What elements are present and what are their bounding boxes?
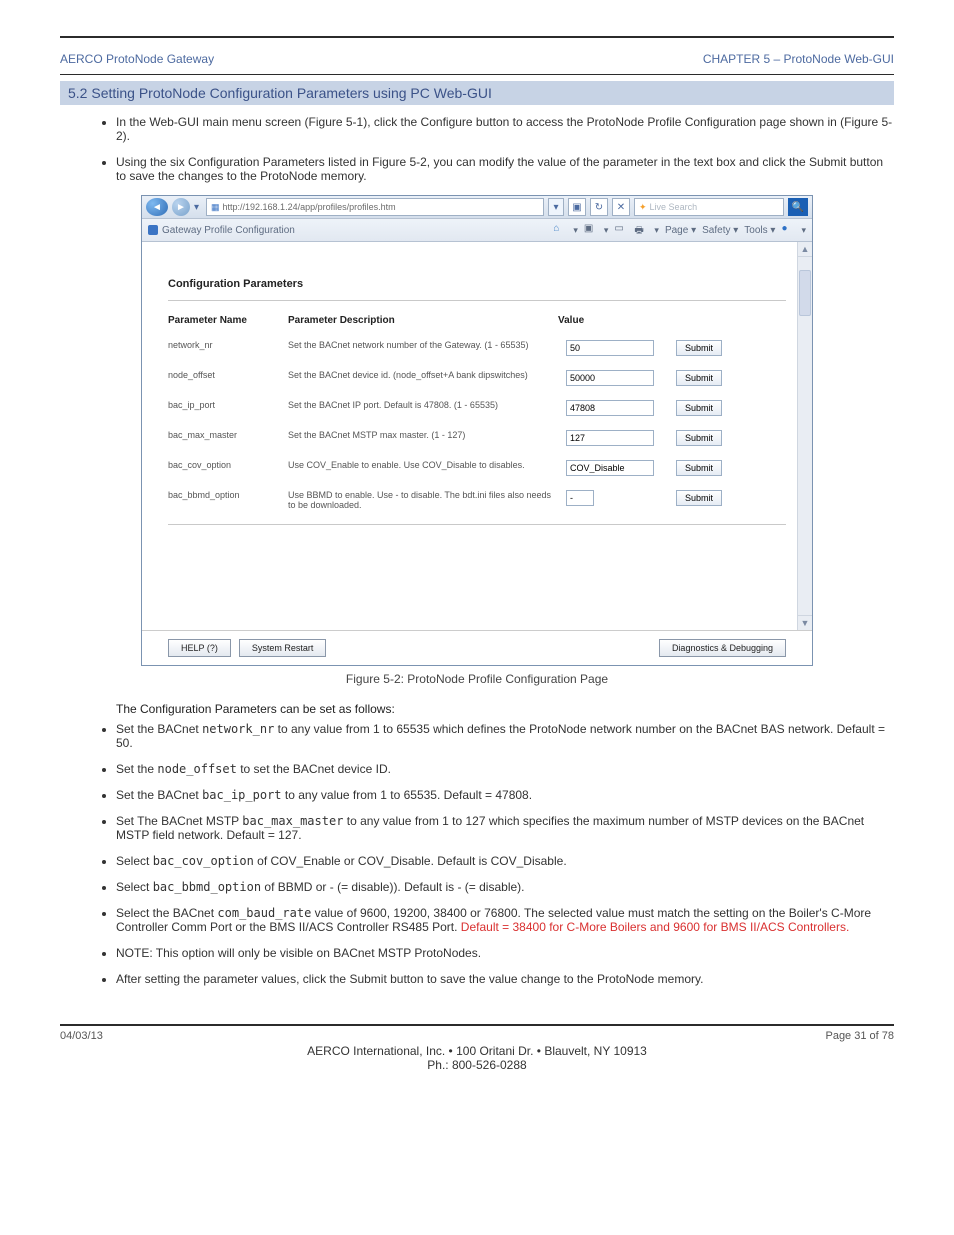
scroll-up-arrow[interactable]: ▲ (798, 242, 812, 257)
live-search-icon: ✦ (639, 202, 647, 213)
param-value-input[interactable] (566, 490, 594, 506)
submit-button[interactable]: Submit (676, 430, 722, 446)
param-desc: Use BBMD to enable. Use - to disable. Th… (288, 490, 566, 510)
setting-item: Select bac_bbmd_option of BBMD or - (= d… (116, 880, 894, 894)
refresh-button[interactable]: ↻ (590, 198, 608, 216)
search-field[interactable]: ✦ Live Search (634, 198, 784, 216)
param-desc: Set the BACnet IP port. Default is 47808… (288, 400, 566, 410)
feeds-dropdown-icon[interactable]: ▾ (604, 225, 609, 236)
url-field[interactable]: ▦ http://192.168.1.24/app/profiles/profi… (206, 198, 544, 216)
section-heading: 5.2 Setting ProtoNode Configuration Para… (60, 81, 894, 105)
submit-button[interactable]: Submit (676, 400, 722, 416)
page-icon: ▦ (211, 202, 220, 213)
help-button[interactable]: HELP (?) (168, 639, 231, 657)
intro-bullets: In the Web-GUI main menu screen (Figure … (116, 115, 894, 183)
tab-label: Gateway Profile Configuration (162, 225, 295, 236)
setting-item: Set The BACnet MSTP bac_max_master to an… (116, 814, 894, 842)
setting-item: After setting the parameter values, clic… (116, 972, 894, 986)
param-desc: Set the BACnet network number of the Gat… (288, 340, 566, 350)
config-row: node_offset Set the BACnet device id. (n… (168, 370, 786, 386)
help-icon[interactable]: ● (781, 223, 795, 237)
scroll-down-arrow[interactable]: ▼ (798, 615, 812, 630)
settings-list: Set the BACnet network_nr to any value f… (116, 722, 894, 986)
page-menu[interactable]: Page ▾ (665, 225, 696, 236)
help-dropdown-icon[interactable]: ▾ (801, 225, 806, 236)
browser-address-bar: ◄ ► ▾ ▦ http://192.168.1.24/app/profiles… (142, 196, 812, 219)
system-restart-button[interactable]: System Restart (239, 639, 327, 657)
safety-menu[interactable]: Safety ▾ (702, 225, 738, 236)
config-row: bac_cov_option Use COV_Enable to enable.… (168, 460, 786, 476)
stop-button[interactable]: ✕ (612, 198, 630, 216)
submit-button[interactable]: Submit (676, 340, 722, 356)
param-value-input[interactable] (566, 340, 654, 356)
tools-menu[interactable]: Tools ▾ (744, 225, 775, 236)
intro-bullet-1: Using the six Configuration Parameters l… (116, 155, 894, 183)
post-figure-intro: The Configuration Parameters can be set … (116, 702, 894, 716)
footer-date: 04/03/13 (60, 1030, 103, 1042)
param-name: node_offset (168, 370, 288, 380)
config-row: bac_max_master Set the BACnet MSTP max m… (168, 430, 786, 446)
header-desc: Parameter Description (288, 315, 558, 326)
setting-item: NOTE: This option will only be visible o… (116, 946, 894, 960)
setting-item: Set the BACnet bac_ip_port to any value … (116, 788, 894, 802)
browser-toolbar: Gateway Profile Configuration ⌂ ▾ ▣ ▾ ▭ 🖶 ▾… (142, 219, 812, 242)
bottom-button-bar: HELP (?) System Restart Diagnostics & De… (142, 630, 812, 665)
back-button[interactable]: ◄ (146, 198, 168, 216)
param-value-input[interactable] (566, 370, 654, 386)
submit-button[interactable]: Submit (676, 460, 722, 476)
tab-favicon (148, 225, 158, 235)
home-dropdown-icon[interactable]: ▾ (573, 225, 578, 236)
param-desc: Use COV_Enable to enable. Use COV_Disabl… (288, 460, 566, 470)
read-mail-icon[interactable]: ▭ (614, 223, 628, 237)
param-name: bac_ip_port (168, 400, 288, 410)
browser-window: ◄ ► ▾ ▦ http://192.168.1.24/app/profiles… (141, 195, 813, 666)
vertical-scrollbar[interactable]: ▲ ▼ (797, 242, 812, 630)
header-name: Parameter Name (168, 315, 288, 326)
forward-button[interactable]: ► (172, 198, 190, 216)
setting-default-note: Default = 38400 for C-More Boilers and 9… (461, 920, 850, 934)
footer-address-2: Ph.: 800-526-0288 (60, 1058, 894, 1072)
param-name: network_nr (168, 340, 288, 350)
home-icon[interactable]: ⌂ (553, 223, 567, 237)
diagnostics-button[interactable]: Diagnostics & Debugging (659, 639, 786, 657)
compat-view-button[interactable]: ▣ (568, 198, 586, 216)
browser-tab[interactable]: Gateway Profile Configuration (148, 225, 295, 236)
doc-title-right: CHAPTER 5 – ProtoNode Web-GUI (703, 52, 894, 66)
submit-button[interactable]: Submit (676, 490, 722, 506)
print-icon[interactable]: 🖶 (634, 223, 648, 237)
setting-item: Select the BACnet com_baud_rate value of… (116, 906, 894, 934)
config-header-row: Parameter Name Parameter Description Val… (168, 315, 786, 326)
setting-item: Set the BACnet network_nr to any value f… (116, 722, 894, 750)
url-text: http://192.168.1.24/app/profiles/profile… (223, 202, 396, 212)
setting-item: Select bac_cov_option of COV_Enable or C… (116, 854, 894, 868)
history-dropdown-icon[interactable]: ▾ (194, 202, 202, 213)
config-row: bac_ip_port Set the BACnet IP port. Defa… (168, 400, 786, 416)
config-row: network_nr Set the BACnet network number… (168, 340, 786, 356)
param-name: bac_cov_option (168, 460, 288, 470)
url-dropdown[interactable]: ▾ (548, 198, 564, 216)
scroll-handle[interactable] (799, 270, 811, 316)
figure-caption: Figure 5-2: ProtoNode Profile Configurat… (60, 672, 894, 686)
param-desc: Set the BACnet device id. (node_offset+A… (288, 370, 566, 380)
footer-page-number: Page 31 of 78 (825, 1030, 894, 1042)
intro-bullet-0: In the Web-GUI main menu screen (Figure … (116, 115, 894, 143)
param-name: bac_bbmd_option (168, 490, 288, 500)
doc-title-left: AERCO ProtoNode Gateway (60, 52, 214, 66)
setting-item: Set the node_offset to set the BACnet de… (116, 762, 894, 776)
config-section-title: Configuration Parameters (168, 278, 786, 290)
submit-button[interactable]: Submit (676, 370, 722, 386)
feeds-icon[interactable]: ▣ (584, 223, 598, 237)
config-row: bac_bbmd_option Use BBMD to enable. Use … (168, 490, 786, 510)
param-value-input[interactable] (566, 430, 654, 446)
header-value: Value (558, 315, 668, 326)
footer-address-1: AERCO International, Inc. • 100 Oritani … (60, 1044, 894, 1058)
browser-content: ▲ ▼ Configuration Parameters Parameter N… (142, 242, 812, 630)
search-go-button[interactable]: 🔍 (788, 198, 808, 216)
param-value-input[interactable] (566, 460, 654, 476)
param-desc: Set the BACnet MSTP max master. (1 - 127… (288, 430, 566, 440)
print-dropdown-icon[interactable]: ▾ (654, 225, 659, 236)
search-placeholder: Live Search (650, 202, 698, 212)
param-value-input[interactable] (566, 400, 654, 416)
param-name: bac_max_master (168, 430, 288, 440)
